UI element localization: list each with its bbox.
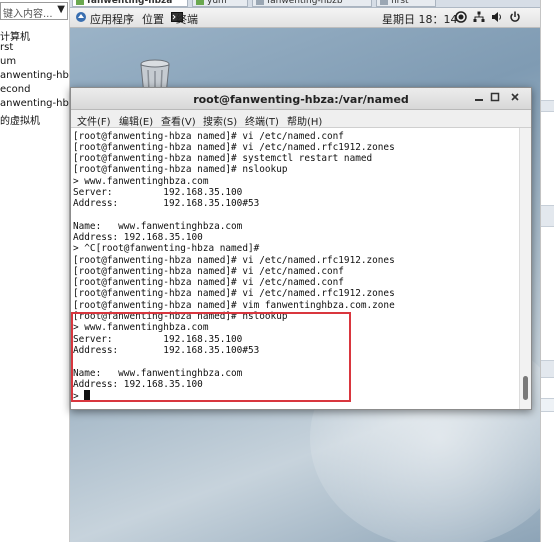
- vm-running-icon: [76, 0, 84, 5]
- close-icon[interactable]: [507, 91, 523, 107]
- menu-places[interactable]: 位置: [142, 11, 164, 27]
- library-item-yum[interactable]: um: [0, 56, 69, 70]
- library-item-my-vms[interactable]: 的虚拟机: [0, 112, 69, 126]
- library-search-placeholder: 键入内容...: [3, 9, 53, 20]
- background-row: [541, 100, 554, 112]
- volume-icon[interactable]: [490, 11, 504, 25]
- library-item-computer[interactable]: 计算机: [0, 28, 69, 42]
- terminal-line: [root@fanwenting-hbza named]# vi /etc/na…: [73, 142, 395, 153]
- terminal-line: [root@fanwenting-hbza named]# vi /etc/na…: [73, 277, 344, 288]
- background-row: [541, 398, 554, 412]
- background-row: [541, 360, 554, 378]
- annotation-highlight-box: [71, 312, 351, 402]
- terminal-line: [root@fanwenting-hbza named]# vi /etc/na…: [73, 131, 344, 142]
- panel-clock[interactable]: 星期日 18：14: [382, 11, 458, 27]
- vm-running-icon: [196, 0, 204, 5]
- vm-library-panel: 键入内容... ▼ 计算机 rst um anwenting-hbz econd…: [0, 0, 70, 542]
- vm-tab-yum[interactable]: yum: [192, 0, 248, 7]
- vm-tab-hbza[interactable]: fanwenting-hbza: [72, 0, 188, 7]
- network-icon[interactable]: [472, 11, 486, 25]
- menu-view[interactable]: 查看(V): [161, 113, 196, 128]
- vm-tab-hbzb[interactable]: fanwenting-hbzb: [252, 0, 372, 7]
- background-window-edge: [540, 0, 554, 542]
- applications-icon: [74, 11, 88, 25]
- library-item-first[interactable]: rst: [0, 42, 69, 56]
- vm-icon: [256, 0, 264, 5]
- record-icon[interactable]: [454, 11, 468, 25]
- search-dropdown-icon[interactable]: ▼: [57, 4, 65, 15]
- terminal-titlebar[interactable]: root@fanwenting-hbza:/var/named: [71, 88, 531, 110]
- menu-applications[interactable]: 应用程序: [90, 11, 134, 27]
- terminal-line: Address: 192.168.35.100: [73, 232, 203, 243]
- vm-icon: [380, 0, 388, 5]
- terminal-line: [root@fanwenting-hbza named]# vim fanwen…: [73, 300, 395, 311]
- library-item-hbza[interactable]: anwenting-hbz: [0, 70, 69, 84]
- menu-file[interactable]: 文件(F): [77, 113, 111, 128]
- terminal-window[interactable]: root@fanwenting-hbza:/var/named 文件(F) 编辑…: [70, 87, 532, 410]
- terminal-scrollbar[interactable]: [519, 128, 531, 409]
- terminal-line: Address: 192.168.35.100#53: [73, 198, 260, 209]
- terminal-line: Name: www.fanwentinghbza.com: [73, 221, 243, 232]
- library-item-second[interactable]: econd: [0, 84, 69, 98]
- library-item-hbzb[interactable]: anwenting-hbz: [0, 98, 69, 112]
- power-icon[interactable]: [508, 11, 522, 25]
- terminal-menubar: 文件(F) 编辑(E) 查看(V) 搜索(S) 终端(T) 帮助(H): [71, 110, 531, 128]
- terminal-line: [root@fanwenting-hbza named]# vi /etc/na…: [73, 255, 395, 266]
- menu-edit[interactable]: 编辑(E): [119, 113, 153, 128]
- library-search-input[interactable]: 键入内容... ▼: [0, 2, 68, 20]
- menu-help[interactable]: 帮助(H): [287, 113, 322, 128]
- menu-search[interactable]: 搜索(S): [203, 113, 237, 128]
- menu-terminal-settings[interactable]: 终端(T): [245, 113, 279, 128]
- maximize-icon[interactable]: [487, 91, 503, 107]
- terminal-line: [root@fanwenting-hbza named]# systemctl …: [73, 153, 373, 164]
- terminal-output[interactable]: [root@fanwenting-hbza named]# vi /etc/na…: [71, 128, 519, 409]
- background-row: [541, 205, 554, 227]
- scrollbar-thumb[interactable]: [523, 376, 528, 400]
- terminal-line: [root@fanwenting-hbza named]# nslookup: [73, 164, 288, 175]
- gnome-top-panel: 应用程序 位置 终端 星期日 18：14: [70, 8, 540, 28]
- terminal-line: > www.fanwentinghbza.com: [73, 176, 209, 187]
- menu-terminal[interactable]: 终端: [176, 11, 198, 27]
- terminal-title: root@fanwenting-hbza:/var/named: [193, 93, 409, 106]
- terminal-line: > ^C[root@fanwenting-hbza named]#: [73, 243, 260, 254]
- vm-tab-strip: fanwenting-hbza yum fanwenting-hbzb firs…: [70, 0, 554, 8]
- minimize-icon[interactable]: [471, 91, 487, 107]
- terminal-line: [root@fanwenting-hbza named]# vi /etc/na…: [73, 288, 395, 299]
- terminal-line: [root@fanwenting-hbza named]# vi /etc/na…: [73, 266, 344, 277]
- vm-tab-first[interactable]: first: [376, 0, 436, 7]
- terminal-line: Server: 192.168.35.100: [73, 187, 243, 198]
